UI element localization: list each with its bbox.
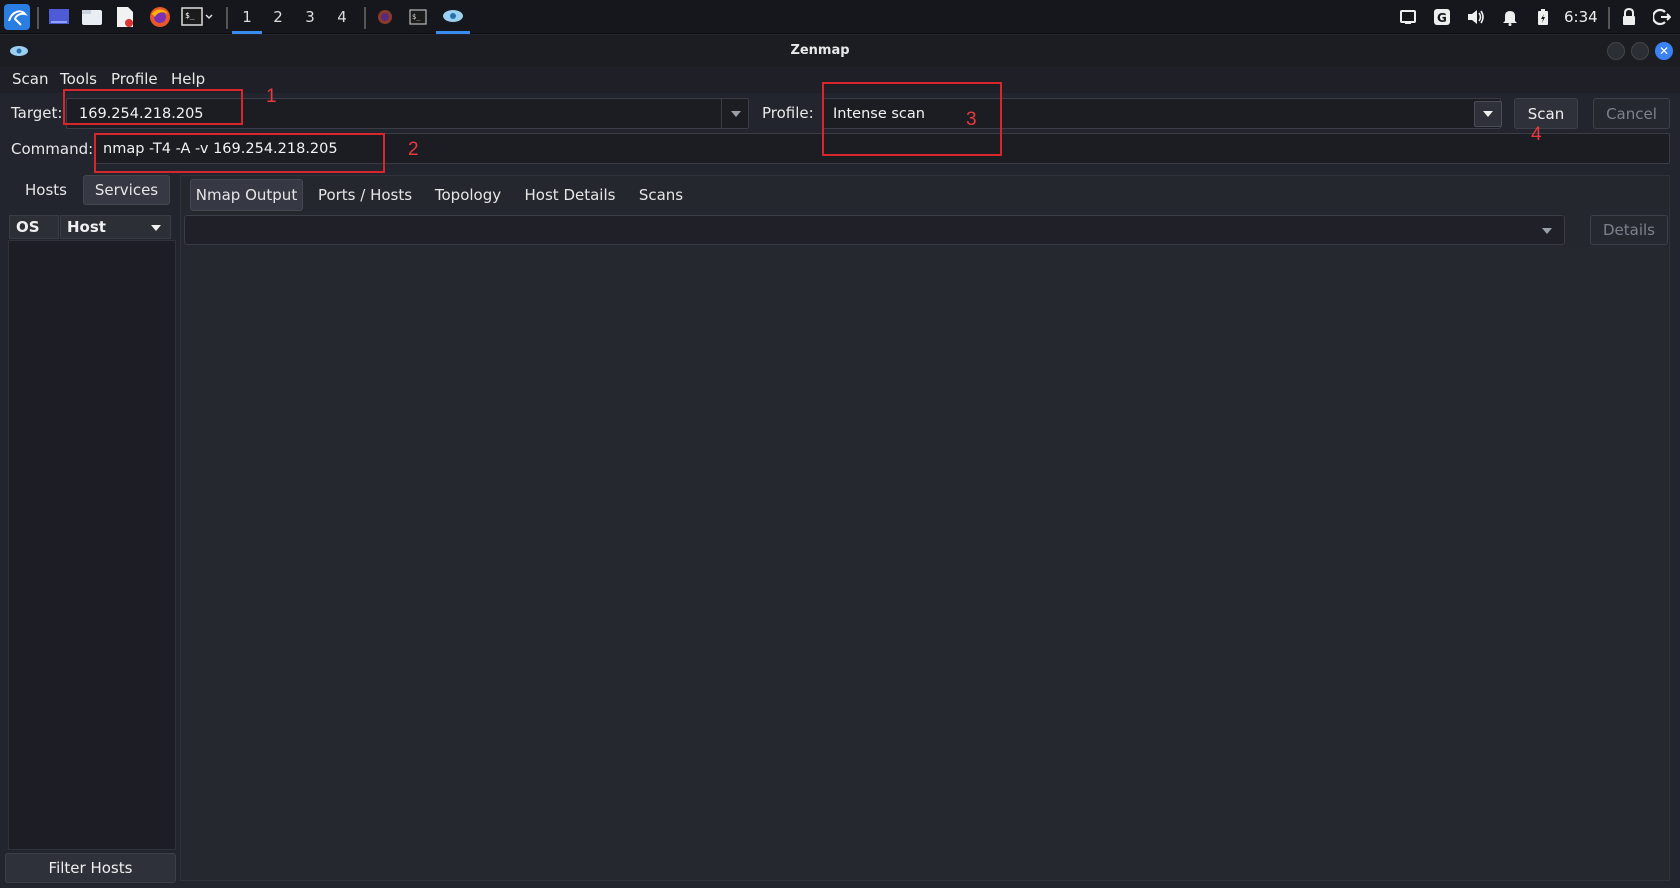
annotation-box-command [94,133,385,173]
menu-scan[interactable]: Scan [12,70,48,88]
minimize-button[interactable] [1607,42,1625,60]
svg-text:$_: $_ [412,13,421,21]
profile-dropdown-arrow-icon[interactable] [1474,101,1502,127]
target-label: Target: [11,104,63,122]
terminal-window-icon[interactable]: $_ [405,0,431,34]
tab-hosts[interactable]: Hosts [11,175,81,205]
output-dropdown-arrow-icon [1542,228,1552,234]
tab-nmap-output[interactable]: Nmap Output [190,179,303,211]
window-titlebar: Zenmap ✕ [0,35,1680,67]
output-host-select[interactable] [184,215,1565,245]
logout-icon[interactable] [1650,0,1674,34]
kali-menu-icon[interactable] [2,0,32,34]
window-title: Zenmap [790,43,850,58]
maximize-button[interactable] [1631,42,1649,60]
tab-host-details[interactable]: Host Details [522,179,618,211]
cancel-button[interactable]: Cancel [1593,98,1670,129]
notification-bell-icon[interactable] [1498,0,1522,34]
tab-ports-hosts[interactable]: Ports / Hosts [312,179,418,211]
menu-help[interactable]: Help [171,70,205,88]
terminal-icon[interactable]: $_ [180,0,216,34]
annotation-label-4: 4 [1531,124,1542,145]
volume-icon[interactable] [1464,0,1488,34]
file-manager-icon[interactable] [78,0,106,34]
clock[interactable]: 6:34 [1564,0,1598,34]
lock-icon[interactable] [1618,0,1640,34]
firefox-icon[interactable] [146,0,174,34]
command-label: Command: [11,140,94,158]
sort-arrow-icon [151,225,161,231]
menu-tools[interactable]: Tools [60,70,97,88]
column-header-host[interactable]: Host [60,215,171,239]
zenmap-window-icon[interactable] [436,0,470,34]
host-list[interactable] [8,240,176,850]
show-desktop-icon[interactable] [45,0,73,34]
workspace-4[interactable]: 4 [327,0,357,34]
details-button[interactable]: Details [1590,215,1668,245]
scan-button[interactable]: Scan [1514,98,1578,129]
close-button[interactable]: ✕ [1655,42,1673,60]
screen-icon[interactable] [1396,0,1420,34]
text-editor-icon[interactable] [111,0,139,34]
menu-profile[interactable]: Profile [111,70,158,88]
battery-icon [1532,0,1554,34]
nmap-output-area[interactable] [182,247,1668,879]
workspace-1[interactable]: 1 [232,0,262,34]
annotation-box-target [63,89,243,125]
annotation-label-3: 3 [966,109,977,130]
svg-text:G: G [1437,11,1447,25]
target-dropdown-arrow-icon[interactable] [721,99,749,128]
annotation-label-2: 2 [408,139,419,160]
google-icon[interactable]: G [1430,0,1454,34]
column-header-host-label: Host [67,218,106,236]
filter-hosts-button[interactable]: Filter Hosts [5,853,176,883]
firefox-window-icon[interactable] [372,0,398,34]
taskbar: $_ 1 2 3 4 $_ G 6:34 [0,0,1680,34]
annotation-label-1: 1 [266,86,277,107]
workspace-3[interactable]: 3 [295,0,325,34]
tab-topology[interactable]: Topology [428,179,508,211]
workspace-2[interactable]: 2 [263,0,293,34]
profile-label: Profile: [762,104,814,122]
tab-services[interactable]: Services [83,175,170,205]
column-header-os[interactable]: OS [9,215,59,239]
svg-text:$_: $_ [185,11,195,20]
tab-scans[interactable]: Scans [633,179,689,211]
